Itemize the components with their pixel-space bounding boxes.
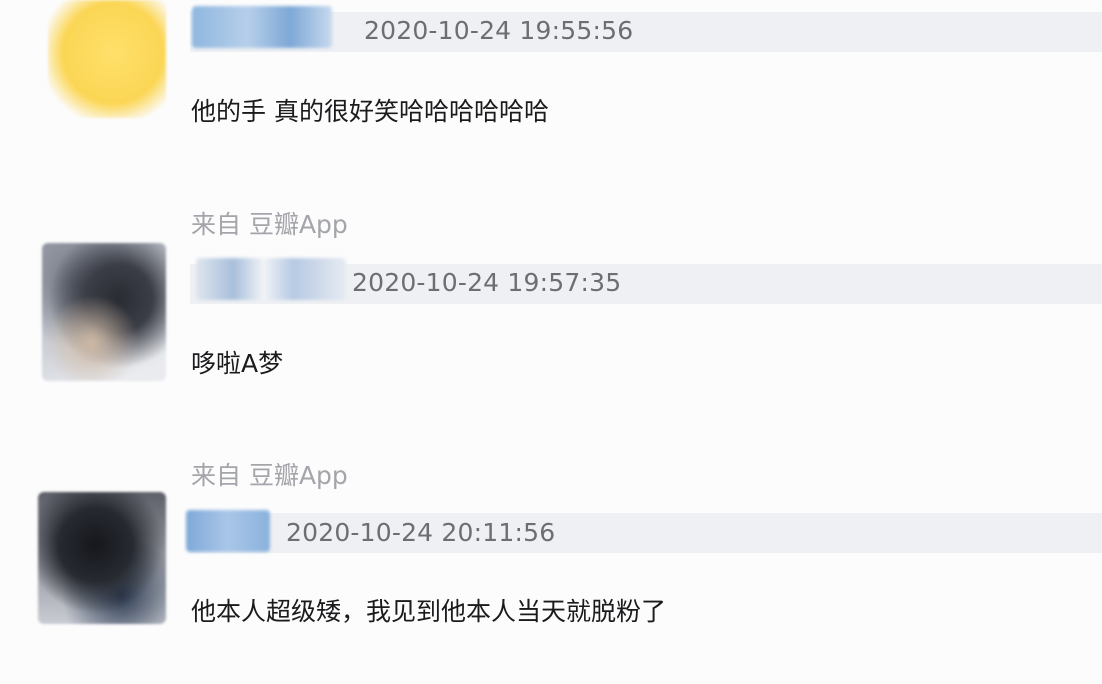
comment-text: 哆啦A梦 xyxy=(191,349,284,378)
comment-source: 来自 豆瓣App xyxy=(191,210,348,239)
username-redacted[interactable] xyxy=(196,258,346,300)
comment-source: 来自 豆瓣App xyxy=(191,461,348,490)
comment-timestamp: 2020-10-24 19:57:35 xyxy=(352,268,622,297)
avatar[interactable] xyxy=(38,492,166,624)
comment-thread: 2020-10-24 19:55:56 他的手 真的很好笑哈哈哈哈哈哈 来自 豆… xyxy=(0,0,1102,684)
comment-text: 他的手 真的很好笑哈哈哈哈哈哈 xyxy=(191,97,549,126)
comment-timestamp: 2020-10-24 19:55:56 xyxy=(364,16,634,45)
comment-timestamp: 2020-10-24 20:11:56 xyxy=(286,518,556,547)
username-redacted[interactable] xyxy=(192,6,332,48)
avatar[interactable] xyxy=(42,243,166,381)
username-redacted[interactable] xyxy=(186,510,270,552)
avatar[interactable] xyxy=(48,0,166,118)
comment-text: 他本人超级矮，我见到他本人当天就脱粉了 xyxy=(191,597,667,626)
